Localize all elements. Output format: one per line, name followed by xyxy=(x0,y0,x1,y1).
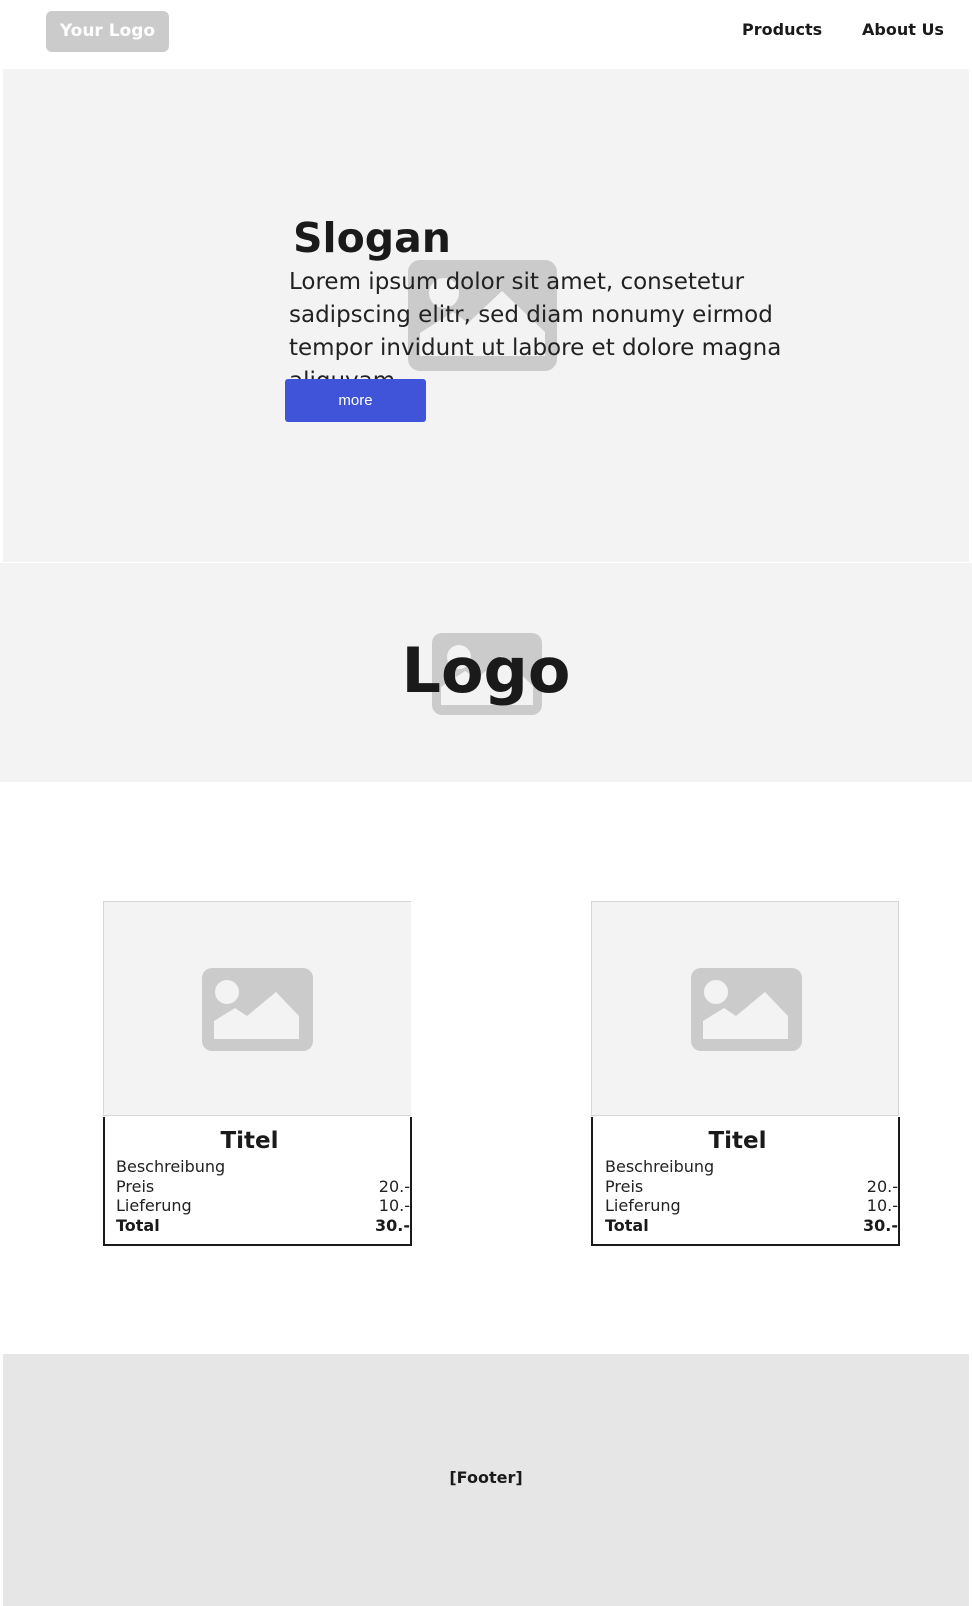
logo-text: Logo xyxy=(401,634,571,707)
nav-link-products[interactable]: Products xyxy=(742,20,822,39)
product-description: Beschreibung xyxy=(116,1157,226,1176)
product-description: Beschreibung xyxy=(605,1157,715,1176)
price-label: Preis xyxy=(605,1177,644,1196)
total-label: Total xyxy=(605,1216,649,1235)
delivery-label: Lieferung xyxy=(116,1196,192,1215)
more-button[interactable]: more xyxy=(285,379,426,422)
hero-slogan: Slogan xyxy=(293,214,451,262)
total-value: 30.- xyxy=(375,1216,410,1235)
image-placeholder-icon xyxy=(202,968,313,1051)
price-value: 20.- xyxy=(378,1177,410,1196)
price-value: 20.- xyxy=(866,1177,898,1196)
delivery-label: Lieferung xyxy=(605,1196,681,1215)
delivery-value: 10.- xyxy=(866,1196,898,1215)
total-value: 30.- xyxy=(863,1216,898,1235)
product-card-title: Titel xyxy=(220,1128,279,1154)
site-logo-button[interactable]: Your Logo xyxy=(46,11,169,52)
product-card-title: Titel xyxy=(708,1128,767,1154)
delivery-value: 10.- xyxy=(378,1196,410,1215)
nav-link-about-us[interactable]: About Us xyxy=(862,20,944,39)
footer-text: [Footer] xyxy=(449,1468,523,1487)
total-label: Total xyxy=(116,1216,160,1235)
price-label: Preis xyxy=(116,1177,155,1196)
image-placeholder-icon xyxy=(691,968,802,1051)
